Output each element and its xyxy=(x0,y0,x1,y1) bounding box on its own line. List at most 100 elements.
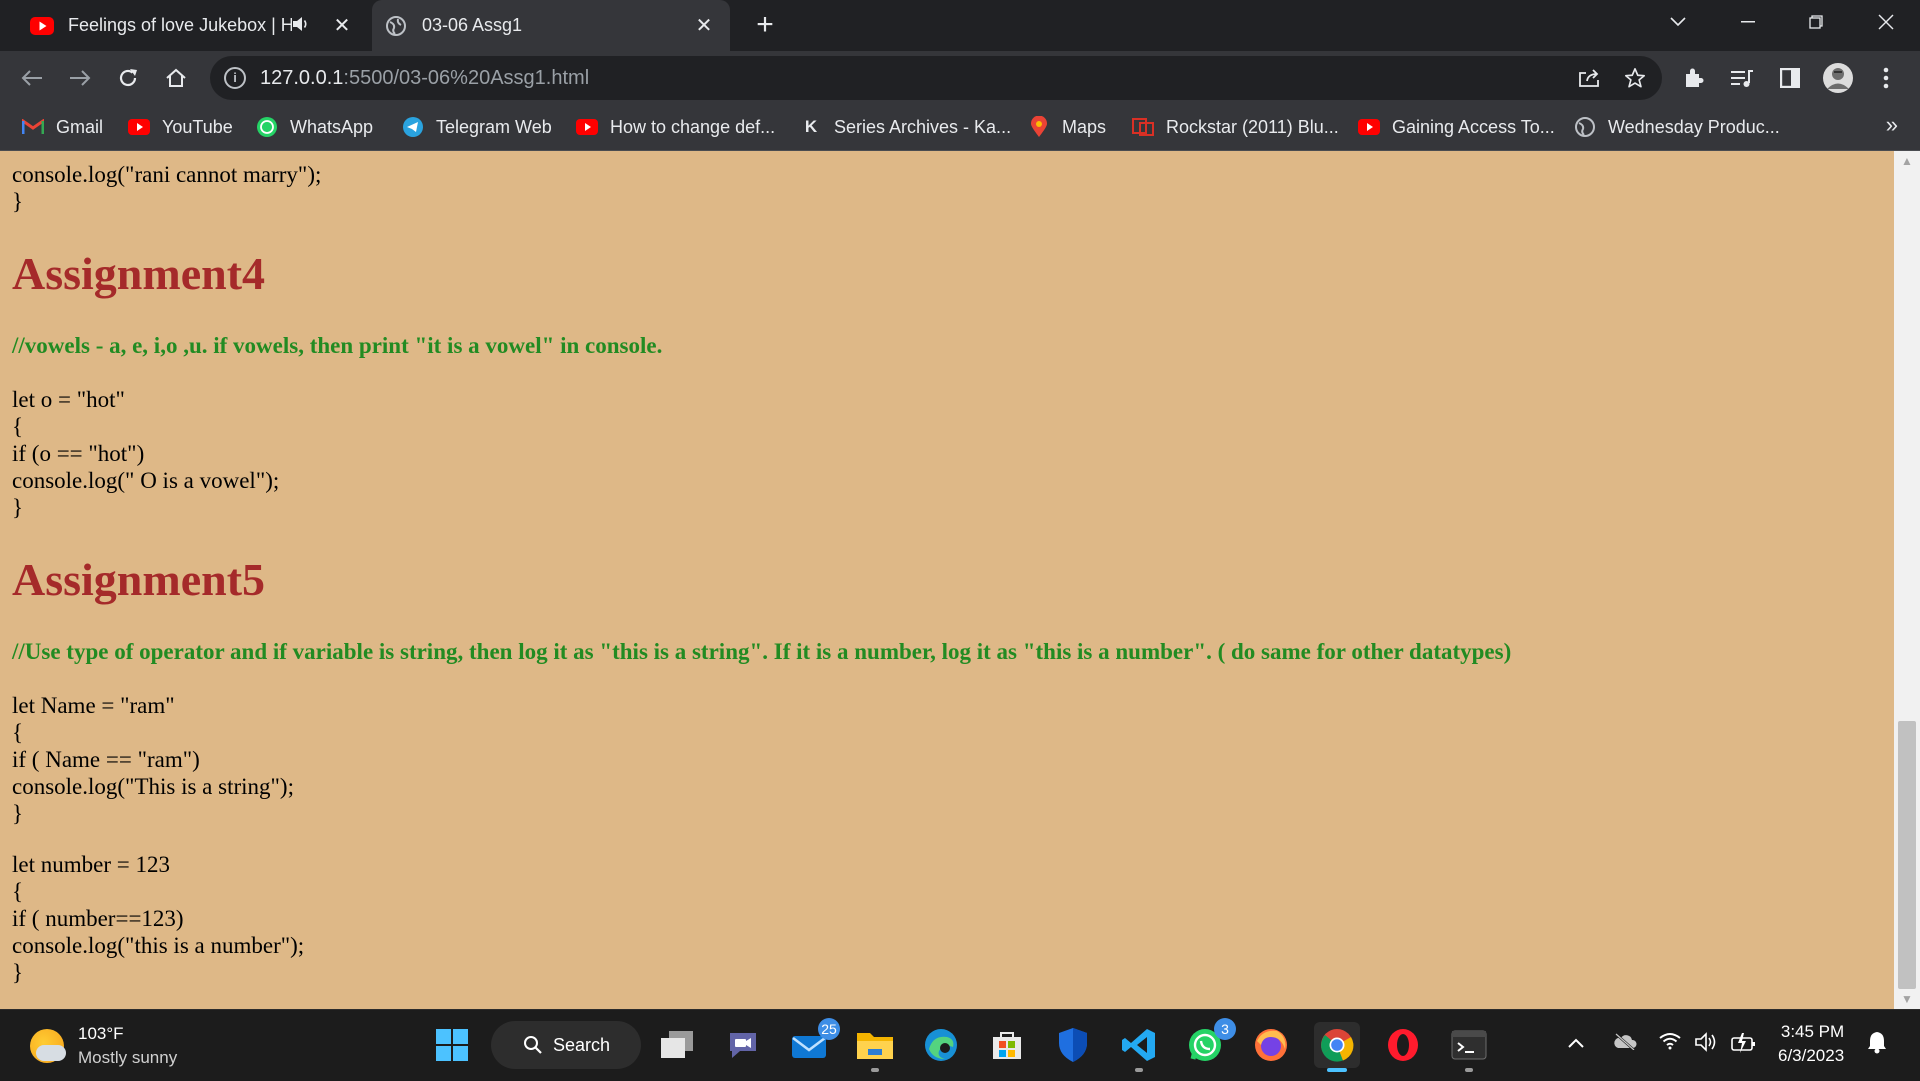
tab-search-chevron-icon[interactable] xyxy=(1648,0,1708,44)
battery-charging-icon[interactable] xyxy=(1730,1032,1758,1060)
running-indicator xyxy=(1465,1068,1473,1072)
share-icon[interactable] xyxy=(1572,61,1606,95)
bookmark-label: Maps xyxy=(1062,116,1107,137)
chrome-icon[interactable] xyxy=(1314,1022,1360,1072)
mail-icon[interactable]: 25 xyxy=(786,1018,840,1068)
code-line: console.log("this is a number"); xyxy=(12,933,305,958)
onedrive-offline-icon[interactable] xyxy=(1612,1032,1638,1056)
bookmark-gaining-access[interactable]: Gaining Access To... xyxy=(1358,112,1555,142)
taskbar-search-button[interactable]: Search xyxy=(491,1021,641,1069)
code-line: console.log(" O is a vowel"); xyxy=(12,468,280,493)
notifications-bell-icon[interactable] xyxy=(1866,1030,1888,1060)
bookmark-label: WhatsApp xyxy=(290,116,374,137)
bookmark-maps[interactable]: Maps xyxy=(1028,112,1106,142)
teams-chat-icon[interactable] xyxy=(720,1022,766,1068)
speaker-icon[interactable] xyxy=(292,16,314,35)
assignment5-code-number: let number = 123 { if ( number==123) con… xyxy=(12,851,304,986)
active-indicator xyxy=(1327,1068,1347,1072)
bookmark-rockstar[interactable]: Rockstar (2011) Blu... xyxy=(1132,112,1339,142)
globe-icon xyxy=(384,14,408,38)
sunny-weather-icon xyxy=(30,1029,66,1063)
vscode-icon[interactable] xyxy=(1116,1022,1162,1072)
windows-security-shield-icon[interactable] xyxy=(1050,1022,1096,1068)
code-line: let number = 123 xyxy=(12,852,170,877)
minimize-button[interactable] xyxy=(1718,0,1778,44)
opera-icon[interactable] xyxy=(1380,1022,1426,1068)
scroll-up-arrow-icon[interactable]: ▲ xyxy=(1894,151,1920,171)
weather-widget[interactable]: 103°F Mostly sunny xyxy=(30,1022,177,1070)
bookmark-label: YouTube xyxy=(162,116,233,137)
wifi-icon[interactable] xyxy=(1658,1032,1682,1056)
code-line: console.log("This is a string"); xyxy=(12,774,294,799)
media-control-icon[interactable] xyxy=(1724,60,1760,96)
home-icon[interactable] xyxy=(158,60,194,96)
task-view-icon[interactable] xyxy=(654,1022,700,1068)
browser-toolbar: i 127.0.0.1:5500/03-06%20Assg1.html xyxy=(0,51,1920,104)
youtube-icon xyxy=(1358,116,1380,138)
code-line: console.log("rani cannot marry"); xyxy=(12,162,322,187)
bookmark-label: Wednesday Produc... xyxy=(1608,116,1780,137)
assignment4-code: let o = "hot" { if (o == "hot") console.… xyxy=(12,386,279,521)
show-hidden-icons-chevron-icon[interactable] xyxy=(1567,1032,1585,1055)
whatsapp-icon xyxy=(256,116,278,138)
bookmark-star-icon[interactable] xyxy=(1618,61,1652,95)
url-text[interactable]: 127.0.0.1:5500/03-06%20Assg1.html xyxy=(260,67,589,90)
start-button[interactable] xyxy=(429,1022,475,1068)
code-line: if ( Name == "ram") xyxy=(12,747,200,772)
code-line: if ( number==123) xyxy=(12,906,184,931)
bookmark-label: Gaining Access To... xyxy=(1392,116,1555,137)
address-bar[interactable]: i 127.0.0.1:5500/03-06%20Assg1.html xyxy=(210,56,1662,100)
bookmark-label: Telegram Web xyxy=(436,116,552,137)
code-line: { xyxy=(12,879,24,904)
site-info-icon[interactable]: i xyxy=(224,67,246,89)
scroll-down-arrow-icon[interactable]: ▼ xyxy=(1894,989,1920,1009)
system-clock[interactable]: 3:45 PM 6/3/2023 xyxy=(1778,1020,1844,1068)
edge-browser-icon[interactable] xyxy=(918,1022,964,1068)
whatsapp-app-icon[interactable]: 3 xyxy=(1182,1018,1236,1068)
tab-youtube-jukebox[interactable]: Feelings of love Jukebox | HT ✕ xyxy=(18,0,368,51)
assignment5-heading: Assignment5 xyxy=(12,554,266,605)
restore-button[interactable] xyxy=(1786,0,1846,44)
whatsapp-unread-badge: 3 xyxy=(1214,1018,1236,1040)
close-tab-icon[interactable]: ✕ xyxy=(330,13,354,38)
file-explorer-icon[interactable] xyxy=(852,1022,898,1072)
bookmark-how-to-change[interactable]: How to change def... xyxy=(576,112,775,142)
side-panel-icon[interactable] xyxy=(1772,60,1808,96)
back-arrow-icon[interactable] xyxy=(14,60,50,96)
code-line: } xyxy=(12,189,24,214)
tab-assg1[interactable]: 03-06 Assg1 ✕ xyxy=(372,0,730,51)
bookmark-gmail[interactable]: Gmail xyxy=(22,112,103,142)
firefox-icon[interactable] xyxy=(1248,1022,1294,1068)
close-window-button[interactable] xyxy=(1856,0,1916,44)
close-tab-icon[interactable]: ✕ xyxy=(692,13,716,38)
terminal-icon[interactable] xyxy=(1446,1022,1492,1072)
microsoft-store-icon[interactable] xyxy=(984,1022,1030,1068)
bookmark-series-archives[interactable]: K Series Archives - Ka... xyxy=(800,112,1011,142)
forward-arrow-icon[interactable] xyxy=(62,60,98,96)
code-line: { xyxy=(12,720,24,745)
bookmark-wednesday[interactable]: Wednesday Produc... xyxy=(1574,112,1780,142)
volume-icon[interactable] xyxy=(1694,1032,1720,1058)
scrollbar-thumb[interactable] xyxy=(1898,721,1916,989)
extensions-puzzle-icon[interactable] xyxy=(1676,60,1712,96)
profile-avatar[interactable] xyxy=(1820,60,1856,96)
code-line: } xyxy=(12,960,24,985)
url-path: :5500/03-06%20Assg1.html xyxy=(343,66,590,89)
more-bookmarks-chevron-icon[interactable]: » xyxy=(1886,112,1898,138)
new-tab-button[interactable]: + xyxy=(748,8,782,42)
bookmark-telegram[interactable]: Telegram Web xyxy=(402,112,552,142)
bookmark-whatsapp[interactable]: WhatsApp xyxy=(256,112,373,142)
code-line: { xyxy=(12,414,24,439)
assignment5-code-string: let Name = "ram" { if ( Name == "ram") c… xyxy=(12,692,294,827)
bookmark-youtube[interactable]: YouTube xyxy=(128,112,233,142)
weather-temp: 103°F xyxy=(78,1024,124,1043)
reload-icon[interactable] xyxy=(110,60,146,96)
page-content: console.log("rani cannot marry"); } Assi… xyxy=(0,151,1894,1009)
film-site-icon xyxy=(1132,116,1154,138)
search-label: Search xyxy=(553,1034,611,1055)
menu-kebab-icon[interactable] xyxy=(1868,60,1904,96)
page-scrollbar[interactable]: ▲ ▼ xyxy=(1894,151,1920,1009)
bookmark-label: How to change def... xyxy=(610,116,776,137)
youtube-icon xyxy=(128,116,150,138)
gmail-icon xyxy=(22,116,44,138)
